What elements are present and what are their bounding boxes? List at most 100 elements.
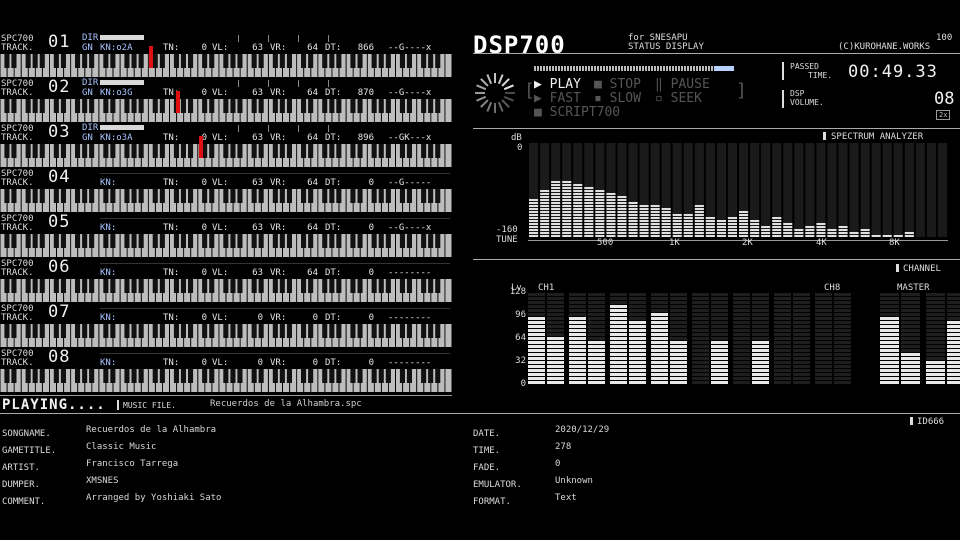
meter-bar-segment [528, 349, 545, 352]
spectrum-bar [650, 205, 660, 207]
meter-bar-segment [629, 357, 646, 360]
meter-bar-segment [528, 353, 545, 356]
vl-value: 0 [257, 358, 263, 368]
spectrum-bar [540, 202, 550, 204]
meter-bar-segment [880, 369, 899, 372]
black-key [428, 369, 434, 383]
spectrum-bar [783, 223, 793, 225]
meter-bg-segment [528, 297, 545, 300]
black-key [385, 324, 391, 338]
seek-button[interactable]: ▫ SEEK [655, 91, 702, 106]
channel-track-8[interactable]: SPC700 TRACK. 08 KN: TN: 0 VL: 0 VR: 0 D… [0, 349, 452, 394]
meter-bar-segment [947, 377, 960, 380]
meter-bg-segment [815, 353, 832, 356]
channel-track-4[interactable]: SPC700 TRACK. 04 KN: TN: 0 VL: 63 VR: 64… [0, 169, 452, 214]
meter-bar-segment [711, 349, 728, 352]
black-key [82, 54, 88, 68]
spectrum-bar [694, 217, 704, 219]
spectrum-bar [562, 226, 572, 228]
fast-button[interactable]: ▶ FAST [534, 91, 581, 106]
black-key [89, 234, 95, 248]
meter-bg-segment [880, 293, 899, 296]
spectrum-bar [639, 229, 649, 231]
pause-button[interactable]: ‖ PAUSE [655, 77, 710, 92]
black-key [32, 99, 38, 113]
black-key [421, 54, 427, 68]
meter-bar-segment [569, 317, 586, 320]
spectrum-bar [727, 217, 737, 219]
meter-bg-segment [926, 341, 945, 344]
meter-bg-segment [692, 345, 709, 348]
passed-time-value: 00:49.33 [848, 62, 938, 82]
channel-track-5[interactable]: SPC700 TRACK. 05 KN: TN: 0 VL: 63 VR: 64… [0, 214, 452, 259]
tn-label: TN: [163, 358, 180, 368]
black-key [209, 54, 215, 68]
meter-bar-segment [569, 337, 586, 340]
spectrum-bar [628, 229, 638, 231]
black-key [385, 99, 391, 113]
spinner-spoke [480, 78, 489, 87]
meter-bg-segment [774, 313, 791, 316]
play-button[interactable]: ▶ PLAY [534, 77, 581, 92]
channel-track-7[interactable]: SPC700 TRACK. 07 KN: TN: 0 VL: 0 VR: 0 D… [0, 304, 452, 349]
meter-bg-segment [815, 381, 832, 384]
meter-bar-segment [610, 349, 627, 352]
level-tick [268, 80, 269, 87]
spectrum-bar [562, 184, 572, 186]
black-key [279, 144, 285, 158]
black-key [103, 369, 109, 383]
black-key [110, 234, 116, 248]
meter-bar-segment [588, 341, 605, 344]
divider [473, 128, 960, 129]
black-key [336, 144, 342, 158]
channel-track-2[interactable]: SPC700 TRACK. 02 DIR GN KN:o3G TN: 0 VL:… [0, 78, 452, 124]
channel-track-6[interactable]: SPC700 TRACK. 06 KN: TN: 0 VL: 63 VR: 64… [0, 259, 452, 304]
meter-bg-segment [651, 309, 668, 312]
playing-status: PLAYING.... [2, 397, 106, 413]
black-key [60, 144, 66, 158]
meter-bg-segment [834, 293, 851, 296]
volume-badge[interactable]: 2x [936, 110, 951, 120]
meter-bg-segment [711, 293, 728, 296]
meter-bg-segment [569, 293, 586, 296]
meter-bg-segment [610, 297, 627, 300]
spectrum-bar [617, 196, 627, 198]
spectrum-bar [562, 217, 572, 219]
spectrum-bar [562, 199, 572, 201]
black-key [301, 144, 307, 158]
channel-track-1[interactable]: SPC700 TRACK. 01 DIR GN KN:o2A TN: 0 VL:… [0, 33, 452, 79]
script700-label: SCRIPT700 [549, 105, 621, 120]
stop-button[interactable]: ■ STOP [594, 77, 641, 92]
script700-button[interactable]: ■ SCRIPT700 [534, 105, 620, 120]
tn-value: 0 [201, 223, 207, 233]
black-key [75, 369, 81, 383]
spectrum-bar [617, 220, 627, 222]
black-key [89, 99, 95, 113]
meter-bar-segment [528, 345, 545, 348]
black-key [25, 54, 31, 68]
black-key [272, 234, 278, 248]
black-key [371, 54, 377, 68]
black-key [103, 189, 109, 203]
channel-track-3[interactable]: SPC700 TRACK. 03 DIR GN KN:o3A TN: 0 VL:… [0, 123, 452, 169]
slow-button[interactable]: ▪ SLOW [594, 91, 641, 106]
vl-value: 63 [252, 178, 263, 188]
meter-bg-segment [670, 305, 687, 308]
meter-bg-segment [774, 321, 791, 324]
black-key [82, 324, 88, 338]
meter-bg-segment [528, 301, 545, 304]
meter-bar-segment [651, 325, 668, 328]
spectrum-bar [816, 223, 826, 225]
meter-bg-segment [733, 337, 750, 340]
spectrum-bar [661, 226, 671, 228]
black-key [202, 324, 208, 338]
black-key [152, 279, 158, 293]
spectrum-bar [573, 235, 583, 237]
meter-bg-segment [793, 301, 810, 304]
black-key [428, 99, 434, 113]
black-key [308, 234, 314, 248]
meter-bar-segment [651, 321, 668, 324]
black-key [385, 369, 391, 383]
meter-bg-segment [774, 345, 791, 348]
spectrum-bar [750, 220, 760, 222]
